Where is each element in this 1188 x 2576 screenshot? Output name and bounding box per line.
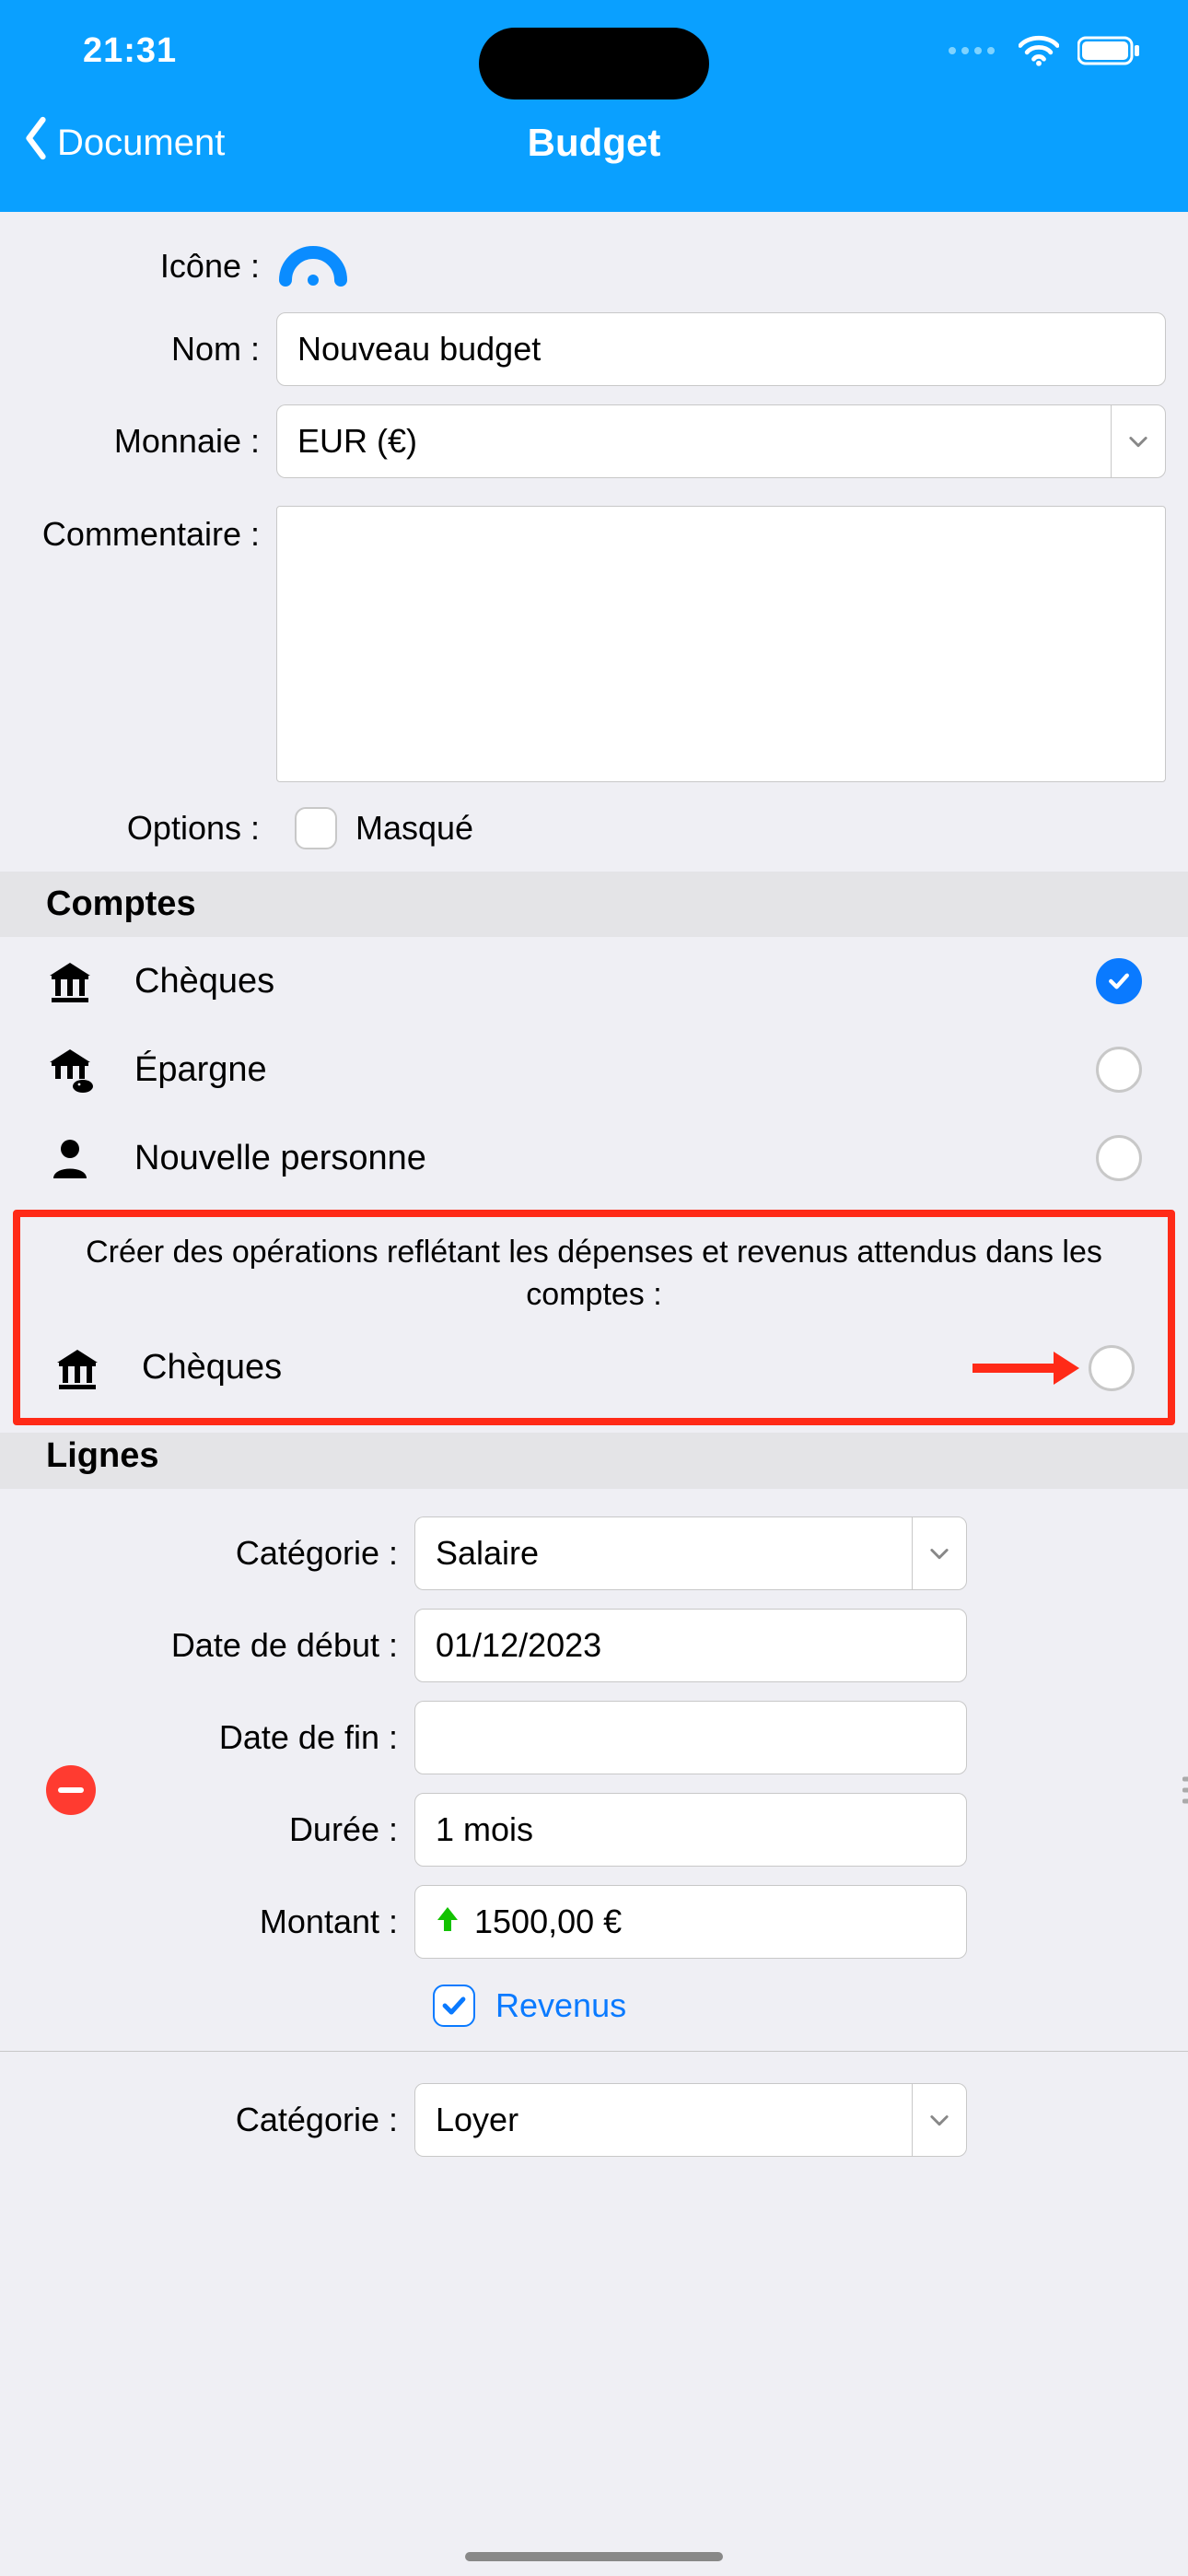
chevron-down-icon [912, 1516, 967, 1590]
account-item-person[interactable]: Nouvelle personne [0, 1114, 1188, 1202]
person-icon [46, 1134, 107, 1182]
highlight-annotation: Créer des opérations reflétant les dépen… [13, 1210, 1175, 1425]
account-label: Chèques [134, 962, 1096, 1001]
label-name: Nom : [0, 330, 276, 369]
status-bar: 21:31 [0, 0, 1188, 101]
icon-picker[interactable] [276, 238, 1166, 294]
start-date-input[interactable] [414, 1609, 967, 1682]
hidden-label: Masqué [355, 809, 473, 848]
row-end: Date de fin : [138, 1692, 1151, 1784]
bank-piggy-icon [46, 1046, 107, 1094]
arrow-up-icon [436, 1903, 460, 1941]
home-indicator[interactable] [465, 2552, 723, 2561]
label-comment: Commentaire : [0, 506, 276, 554]
row-amount: Montant : 1500,00 € [138, 1876, 1151, 1968]
highlight-account-row[interactable]: Chèques [20, 1322, 1168, 1418]
category-select[interactable]: Loyer [414, 2083, 967, 2157]
name-input[interactable] [276, 312, 1166, 386]
highlight-account-radio[interactable] [1089, 1345, 1135, 1391]
row-duration: Durée : [138, 1784, 1151, 1876]
revenus-label: Revenus [495, 1986, 626, 2025]
divider [0, 2051, 1188, 2052]
row-currency: Monnaie : EUR (€) [0, 395, 1188, 487]
hidden-checkbox[interactable] [295, 807, 337, 849]
label-duration: Durée : [138, 1810, 414, 1849]
account-label: Nouvelle personne [134, 1139, 1096, 1178]
label-icon: Icône : [0, 247, 276, 286]
category-value: Loyer [414, 2083, 912, 2157]
row-icon: Icône : [0, 228, 1188, 303]
section-accounts: Comptes [0, 872, 1188, 937]
nav-title: Budget [528, 121, 661, 165]
status-time: 21:31 [83, 31, 177, 71]
nav-bar: Document Budget [0, 101, 1188, 212]
account-label: Épargne [134, 1050, 1096, 1090]
label-category: Catégorie : [138, 1534, 414, 1573]
section-lines: Lignes [0, 1433, 1188, 1489]
line-entry-0: Catégorie : Salaire Date de début : Date… [138, 1507, 1151, 2074]
label-currency: Monnaie : [0, 422, 276, 461]
back-label: Document [57, 123, 225, 164]
lines-block: Catégorie : Salaire Date de début : Date… [0, 1489, 1188, 2166]
account-radio[interactable] [1096, 1047, 1142, 1093]
account-item-epargne[interactable]: Épargne [0, 1025, 1188, 1114]
label-start: Date de début : [138, 1626, 414, 1665]
account-radio[interactable] [1096, 958, 1142, 1004]
gauge-icon [276, 238, 350, 289]
highlight-account-label: Chèques [142, 1348, 973, 1388]
content: Icône : Nom : Monnaie : EUR (€) Commenta… [0, 212, 1188, 2166]
wifi-icon [1019, 35, 1059, 66]
currency-value: EUR (€) [276, 404, 1111, 478]
row-start: Date de début : [138, 1599, 1151, 1692]
drag-handle[interactable] [1182, 1777, 1188, 1804]
category-value: Salaire [414, 1516, 912, 1590]
delete-line-button[interactable] [46, 1765, 96, 1815]
row-category: Catégorie : Salaire [138, 1507, 1151, 1599]
row-comment: Commentaire : [0, 487, 1188, 796]
currency-select[interactable]: EUR (€) [276, 404, 1166, 478]
label-amount: Montant : [138, 1903, 414, 1941]
back-button[interactable]: Document [18, 115, 225, 170]
category-select[interactable]: Salaire [414, 1516, 967, 1590]
chevron-down-icon [912, 2083, 967, 2157]
chevron-left-icon [18, 115, 53, 170]
row-category: Catégorie : Loyer [138, 2074, 1151, 2166]
comment-textarea[interactable] [276, 506, 1166, 782]
end-date-input[interactable] [414, 1701, 967, 1774]
account-radio[interactable] [1096, 1135, 1142, 1181]
signal-dots [949, 47, 995, 54]
label-options: Options : [0, 809, 276, 848]
amount-input[interactable]: 1500,00 € [414, 1885, 967, 1959]
revenus-checkbox[interactable] [433, 1985, 475, 2027]
status-right [949, 35, 1142, 66]
duration-input[interactable] [414, 1793, 967, 1867]
bank-icon [46, 957, 107, 1005]
label-end: Date de fin : [138, 1718, 414, 1757]
bank-icon [53, 1344, 114, 1392]
dynamic-island [479, 28, 709, 100]
label-category: Catégorie : [138, 2101, 414, 2139]
row-name: Nom : [0, 303, 1188, 395]
highlight-text: Créer des opérations reflétant les dépen… [20, 1217, 1168, 1322]
account-item-cheques[interactable]: Chèques [0, 937, 1188, 1025]
battery-icon [1077, 35, 1142, 66]
arrow-annotation [973, 1352, 1079, 1385]
row-revenus[interactable]: Revenus [138, 1968, 1151, 2043]
line-entry-1: Catégorie : Loyer [138, 2074, 1151, 2166]
chevron-down-icon [1111, 404, 1166, 478]
row-options: Options : Masqué [0, 796, 1188, 872]
amount-value: 1500,00 € [474, 1903, 622, 1941]
